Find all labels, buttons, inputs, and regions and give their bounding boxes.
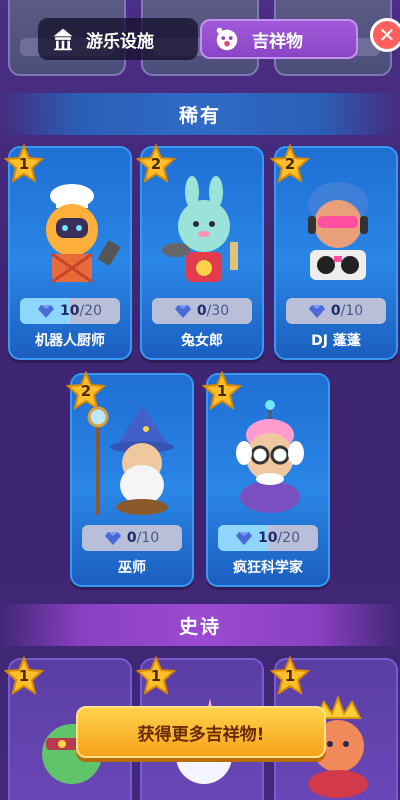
tab-facilities[interactable]: 游乐设施: [38, 18, 198, 60]
progress-count: 0: [126, 530, 137, 546]
progress-max: /10: [136, 530, 160, 546]
gem-icon: [37, 305, 54, 318]
mascot-card-bunny-girl[interactable]: 2 0 /30 兔女郎: [135, 143, 264, 360]
star-level: 2: [80, 382, 92, 400]
section-title: 稀有: [178, 104, 221, 127]
progress-count: 0: [196, 303, 207, 319]
section-header-rare: 稀有: [0, 93, 400, 135]
gem-icon: [308, 305, 325, 318]
mascot-portrait: [220, 399, 320, 519]
gem-icon: [174, 305, 191, 318]
progress-count: 10: [257, 530, 278, 546]
collection-progress: 10 /20: [218, 525, 318, 551]
star-level: 2: [284, 155, 296, 173]
mascot-card-dj-pompom[interactable]: 2 0 /10 DJ 蓬蓬: [269, 143, 398, 360]
mascot-name: 疯狂科学家: [233, 560, 303, 576]
collection-progress: 0 /10: [286, 298, 386, 324]
progress-max: /30: [206, 303, 230, 319]
collection-progress: 10 /20: [20, 298, 120, 324]
mascot-name: 机器人厨师: [35, 333, 105, 349]
star-level: 1: [18, 155, 30, 173]
tab-facilities-label: 游乐设施: [86, 31, 154, 52]
category-tab-bar: 游乐设施 吉祥物: [38, 14, 368, 64]
mascot-portrait: [22, 172, 122, 292]
mascot-card-mad-scientist[interactable]: 1 10 /20 疯狂科学家: [201, 370, 330, 587]
mascot-portrait: [154, 172, 254, 292]
mascot-name: DJ 蓬蓬: [311, 333, 361, 349]
section-title: 史诗: [178, 615, 221, 638]
mascot-card-wizard[interactable]: 2 0 /10 巫师: [65, 370, 194, 587]
mascot-card-robot-chef[interactable]: 1 10 /20 机器人厨师: [3, 143, 132, 360]
mascot-name: 兔女郎: [181, 333, 223, 349]
gem-icon: [104, 532, 121, 545]
mascot-portrait: [84, 399, 184, 519]
tab-mascots-label: 吉祥物: [252, 31, 303, 52]
collection-progress: 0 /10: [82, 525, 182, 551]
get-more-mascots-button[interactable]: 获得更多吉祥物!: [76, 706, 326, 758]
star-level: 1: [18, 667, 30, 685]
mascot-face-icon: [210, 22, 244, 56]
tab-mascots[interactable]: 吉祥物: [200, 19, 358, 59]
progress-max: /20: [79, 303, 102, 319]
star-level: 2: [150, 155, 162, 173]
amusement-park-icon: [46, 22, 80, 56]
progress-max: /20: [277, 530, 300, 546]
mascot-portrait: [288, 172, 388, 292]
star-level: 1: [150, 667, 162, 685]
gem-icon: [235, 532, 252, 545]
section-header-epic: 史诗: [0, 604, 400, 646]
progress-count: 0: [330, 303, 341, 319]
close-icon: ✕: [378, 23, 396, 47]
close-button[interactable]: ✕: [370, 18, 400, 52]
mascot-name: 巫师: [118, 560, 146, 576]
cta-label: 获得更多吉祥物!: [137, 724, 265, 745]
star-level: 1: [284, 667, 296, 685]
progress-max: /10: [340, 303, 364, 319]
collection-progress: 0 /30: [152, 298, 252, 324]
progress-count: 10: [59, 303, 80, 319]
star-level: 1: [216, 382, 228, 400]
